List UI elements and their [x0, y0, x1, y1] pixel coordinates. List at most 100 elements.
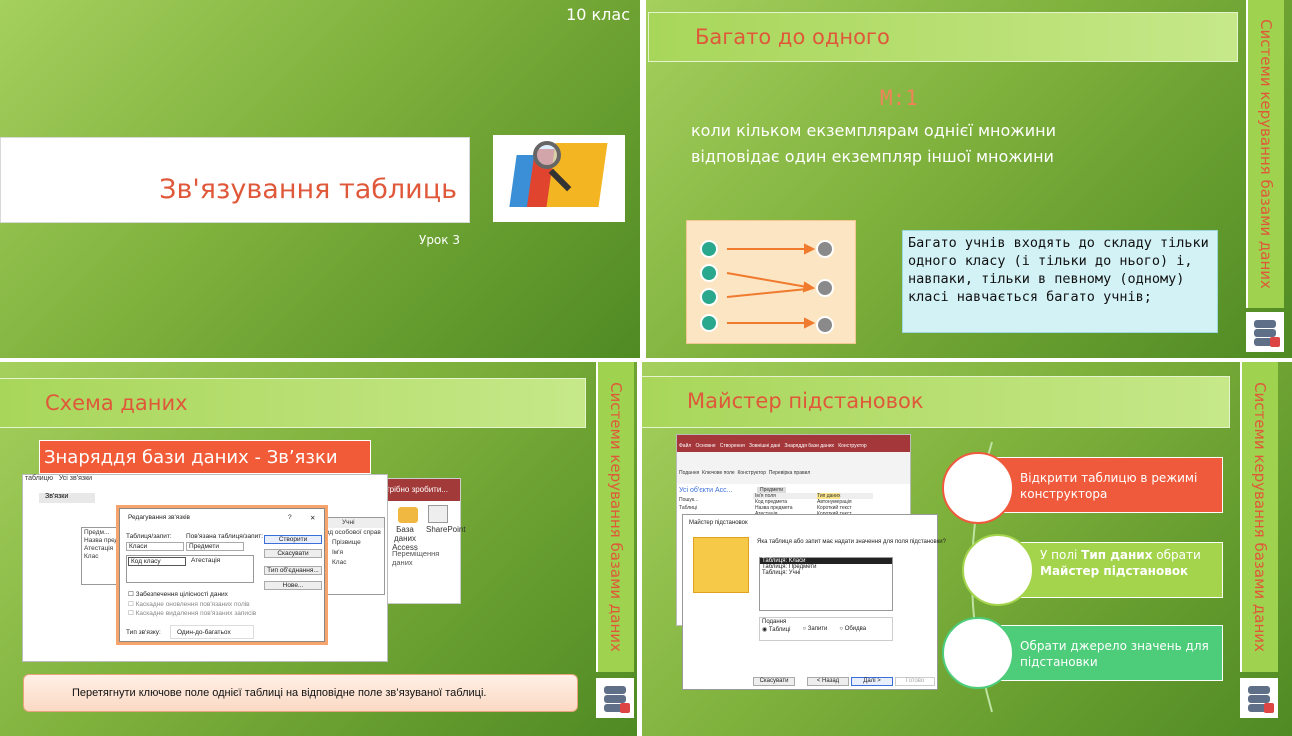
- wizard-question: Яка таблиця або запит має надати значенн…: [757, 539, 946, 545]
- menu-item[interactable]: Файл: [679, 443, 691, 449]
- cascade-delete-label: Каскадне видалення пов'язаних записів: [135, 610, 257, 617]
- slide-4[interactable]: Майстер підстановок Файл Основне Створен…: [642, 362, 1292, 736]
- sidebar-text: Системи керування базами даних: [1257, 19, 1275, 289]
- table-select[interactable]: Класи: [126, 542, 184, 551]
- field-item: Предм...: [84, 529, 110, 536]
- menu-item[interactable]: Конструктор: [838, 443, 867, 449]
- step-2-text-part: обрати: [1152, 548, 1201, 562]
- step-2: У полі Тип даних обрати Майстер підстано…: [1007, 542, 1223, 598]
- wizard-title: Майстер підстановок: [689, 520, 748, 526]
- close-button[interactable]: ✕: [310, 514, 315, 522]
- nav-search[interactable]: Пошук...: [679, 497, 698, 503]
- slide-title: Зв'язування таблиць: [159, 174, 457, 205]
- step-2-bold-wizard: Майстер підстановок: [1040, 564, 1189, 578]
- tools-banner: Знаряддя бази даних - Зв’язки: [39, 440, 371, 474]
- database-icon: [1246, 312, 1284, 352]
- sidebar: Системи керування базами даних: [1246, 0, 1284, 308]
- access-db-icon: [398, 507, 418, 523]
- caption-text: Перетягнути ключове поле однієї таблиці …: [72, 687, 487, 699]
- sidebar-text: Системи керування базами даних: [1251, 382, 1269, 652]
- sidebar-text: Системи керування базами даних: [607, 382, 625, 652]
- slide-1[interactable]: 10 клас Зв'язування таблиць Урок 3: [0, 0, 640, 358]
- note-box: Багато учнів входять до складу тільки од…: [902, 230, 1218, 333]
- ribbon-button[interactable]: Ключове поле: [702, 470, 735, 476]
- wizard-image: [693, 537, 749, 593]
- radio-both[interactable]: ○ Обидва: [839, 626, 866, 633]
- menu-item[interactable]: Зовнішні дані: [749, 443, 780, 449]
- table-title: Учні: [320, 518, 384, 528]
- table-label: Таблиця/запит:: [126, 533, 172, 540]
- help-button[interactable]: ?: [288, 514, 292, 521]
- type-label: Тип зв'язку:: [126, 629, 161, 636]
- title-bar: Багато до одного: [648, 12, 1238, 62]
- step-3-circle: [942, 617, 1014, 689]
- lookup-wizard-dialog[interactable]: Майстер підстановок Яка таблиця або запи…: [682, 514, 946, 690]
- menu-item[interactable]: Основне: [695, 443, 715, 449]
- tabs-row: таблицю Усі зв'язки: [23, 475, 387, 485]
- cancel-button[interactable]: Скасувати: [753, 677, 795, 686]
- sidebar: Системи керування базами даних: [596, 362, 634, 672]
- fields-grid[interactable]: Код класу Атестація: [126, 555, 254, 583]
- magnifier-icon: [533, 141, 561, 169]
- left-field-cell[interactable]: Код класу: [128, 557, 186, 566]
- related-select[interactable]: Предмети: [186, 542, 244, 551]
- dialog-title: Редагування зв'язків: [128, 514, 190, 521]
- view-group: Подання ◉ Таблиці ○ Запити ○ Обидва: [759, 617, 893, 641]
- cascade-delete-checkbox[interactable]: ☐ Каскадне видалення пов'язаних записів: [128, 609, 256, 617]
- definition-line-1: коли кільком екземплярам однієї множини: [691, 121, 1056, 140]
- title-bar: Схема даних: [0, 378, 586, 428]
- ribbon-button[interactable]: Конструктор: [737, 470, 766, 476]
- tab-tables[interactable]: таблицю: [25, 475, 53, 482]
- cascade-update-label: Каскадне оновлення пов'язаних полів: [135, 601, 250, 608]
- menu-item[interactable]: Створення: [720, 443, 745, 449]
- table-listbox[interactable]: Таблиця: Класи Таблиця: Предмети Таблиця…: [759, 557, 893, 611]
- integrity-checkbox[interactable]: ☐ Забезпечення цілісності даних: [128, 590, 228, 598]
- back-button[interactable]: < Назад: [807, 677, 849, 686]
- step-1-circle: [942, 452, 1014, 524]
- title-box: Зв'язування таблиць: [0, 137, 470, 223]
- create-button[interactable]: Створити: [264, 535, 322, 544]
- next-button[interactable]: Далі >: [851, 677, 893, 686]
- new-button[interactable]: Нове...: [264, 581, 322, 590]
- step-2-bold-datatype: Тип даних: [1081, 548, 1153, 562]
- ribbon: Подання Ключове поле Конструктор Перевір…: [677, 452, 910, 484]
- join-type-button[interactable]: Тип об'єднання...: [264, 566, 322, 575]
- step-1-text: Відкрити таблицю в режимі конструктора: [1020, 471, 1198, 501]
- slide-2[interactable]: Багато до одного М:1 коли кільком екземп…: [646, 0, 1292, 358]
- edit-relations-dialog[interactable]: Редагування зв'язків ? ✕ Таблиця/запит: …: [119, 508, 325, 642]
- radio-tables[interactable]: ◉ Таблиці: [762, 626, 790, 633]
- schema-tab[interactable]: Зв'язки: [39, 493, 95, 503]
- step-2-text: У полі Тип даних обрати Майстер підстано…: [1040, 547, 1220, 579]
- cancel-button[interactable]: Скасувати: [264, 549, 322, 558]
- radio-queries[interactable]: ○ Запити: [802, 626, 827, 633]
- ribbon-button[interactable]: Перевірка правил: [769, 470, 811, 476]
- nav-pane-header[interactable]: Усі об'єкти Acc...: [677, 487, 743, 494]
- definition-line-2: відповідає один екземпляр іншої множини: [691, 147, 1054, 166]
- grade-label: 10 клас: [566, 5, 630, 24]
- list-item[interactable]: Таблиця: Учні: [760, 570, 892, 576]
- sidebar: Системи керування базами даних: [1240, 362, 1278, 672]
- radio-label: Обидва: [844, 626, 867, 632]
- integrity-label: Забезпечення цілісності даних: [135, 591, 228, 598]
- slide-3[interactable]: Схема даних Знаряддя бази даних - Зв’язк…: [0, 362, 637, 736]
- ribbon-button[interactable]: Подання: [679, 470, 699, 476]
- database-icon: [1240, 678, 1278, 718]
- finish-button[interactable]: Готово: [895, 677, 935, 686]
- view-label: Подання: [762, 619, 787, 625]
- radio-label: Таблиці: [768, 627, 791, 633]
- ribbon-partial-label: трібно зробити...: [384, 479, 460, 501]
- nav-tables[interactable]: Таблиці: [679, 505, 697, 511]
- cascade-update-checkbox[interactable]: ☐ Каскадне оновлення пов'язаних полів: [128, 600, 250, 608]
- right-table[interactable]: Учні Код особової справ Прізвище Ім'я Кл…: [319, 517, 385, 595]
- right-field-cell[interactable]: Атестація: [189, 557, 245, 566]
- slide-title: Майстер підстановок: [687, 389, 924, 413]
- slide-title: Схема даних: [45, 391, 188, 415]
- step-3: Обрати джерело значень для підстановки: [987, 625, 1223, 681]
- menu-bar: Файл Основне Створення Зовнішні дані Зна…: [677, 443, 910, 452]
- database-icon: [596, 678, 634, 718]
- sharepoint-label: SharePoint: [426, 525, 466, 534]
- key-field: Код особової справ: [322, 529, 381, 536]
- tab-all-relations[interactable]: Усі зв'язки: [59, 475, 92, 482]
- menu-item[interactable]: Знаряддя бази даних: [784, 443, 834, 449]
- move-data-label: Переміщення даних: [392, 549, 440, 567]
